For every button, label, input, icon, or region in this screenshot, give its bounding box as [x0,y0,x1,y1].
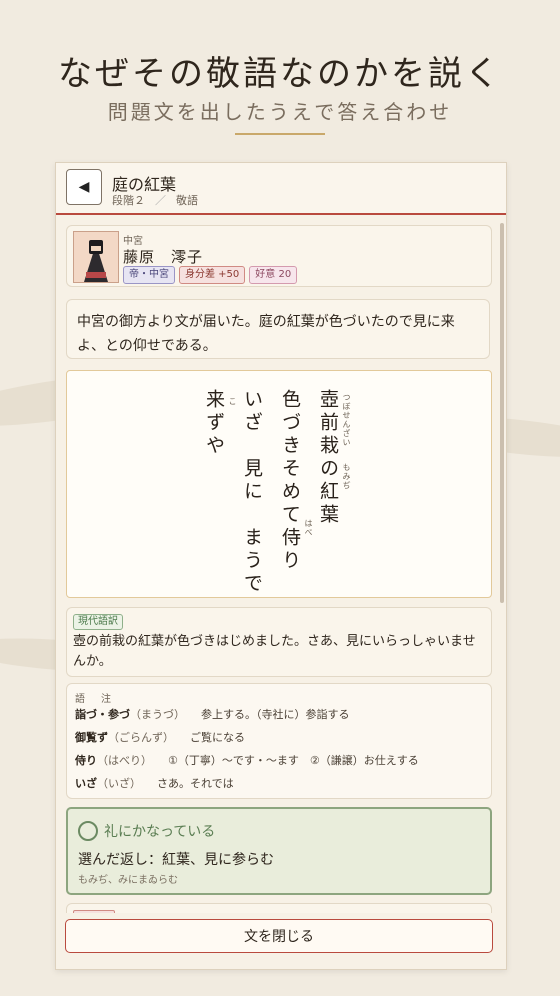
scrollbar[interactable] [500,223,504,603]
message-text: 中宮の御方より文が届いた。庭の紅葉が色づいたので見に来よ、との仰せである。 [66,299,490,359]
breadcrumb: 段階２ ／ 敬語 [112,192,198,208]
correct-circle-icon [78,821,98,841]
ruby-tsubosenzai: つぼせんざい [342,393,351,447]
back-arrow-icon: ◀ [78,179,90,195]
answer-status: 礼にかなっている [104,824,216,840]
back-button[interactable]: ◀ [66,169,102,205]
status-diff-tag: 身分差 +50 [179,266,246,284]
favor-tag: 好意 20 [249,266,298,284]
character-portrait [73,231,119,283]
ruby-momiji: もみぢ [342,463,351,490]
answer-result-card: 礼にかなっている 選んだ返し：紅葉、見に参らむ もみぢ、みにまゐらむ [66,807,492,895]
selected-reply: 選んだ返し：紅葉、見に参らむ [78,852,274,868]
promo-subtitle: 問題文を出したうえで答え合わせ [107,100,453,124]
glossary-item: 侍り（はべり） ①（丁寧）〜です・〜ます ②（謙譲）お仕えする [75,754,419,767]
character-tags: 帝・中宮 身分差 +50 好意 20 [123,266,298,284]
breadcrumb-separator: ／ [155,194,166,207]
translation-card: 現代語訳 壺の前栽の紅葉が色づきはじめました。さあ、見にいらっしゃいませんか。 [66,607,492,677]
poem-box: 壺前栽の紅葉 色づきそめて侍り いざ 見に まうで 来ずや つぼせんざい もみぢ… [66,370,492,598]
translation-text: 壺の前栽の紅葉が色づきはじめました。さあ、見にいらっしゃいませんか。 [73,634,476,669]
letter-panel: ◀ 庭の紅葉 段階２ ／敬語 中宮 藤原 澪子 帝・中宮 身分差 +50 好意 2… [55,162,507,970]
panel-header: ◀ 庭の紅葉 段階２ ／敬語 [56,163,506,215]
promo-title: なぜその敬語なのかを説く [58,54,502,94]
poem-line-4: 来ずや [203,389,225,458]
content-scroll-area[interactable]: 中宮 藤原 澪子 帝・中宮 身分差 +50 好意 20 中宮の御方より文が届いた… [56,215,506,913]
glossary-item: 御覧ず（ごらんず） ご覧になる [75,731,245,744]
promo-divider [235,133,325,135]
stage-label: 段階２ [112,194,145,207]
selected-reply-reading: もみぢ、みにまゐらむ [78,875,178,886]
glossary-item: 詣づ・参づ（まうづ） 参上する。（寺社に）参詣する [75,708,350,721]
poem-line-3: いざ 見に まうで [241,389,263,596]
character-role: 中宮 [123,236,143,247]
ruby-ko: こ [228,397,237,406]
poem-line-2: 色づきそめて侍り [279,389,301,573]
glossary-title: 語 注 [75,694,114,705]
next-card-peek [66,903,492,913]
translation-label: 現代語訳 [73,614,123,630]
glossary-card: 語 注 詣づ・参づ（まうづ） 参上する。（寺社に）参詣する 御覧ず（ごらんず） ご覧… [66,683,492,799]
ruby-haberi: はべ [304,519,313,537]
close-letter-button[interactable]: 文を閉じる [65,919,493,953]
character-name: 藤原 澪子 [123,248,204,266]
panel-footer: 文を閉じる [56,913,506,969]
category-label: 敬語 [176,194,198,207]
glossary-item: いざ（いざ） さあ。それでは [75,777,234,790]
poem-line-1: 壺前栽の紅葉 [317,389,339,527]
character-card: 中宮 藤原 澪子 帝・中宮 身分差 +50 好意 20 [66,225,492,287]
rank-tag: 帝・中宮 [123,266,175,284]
